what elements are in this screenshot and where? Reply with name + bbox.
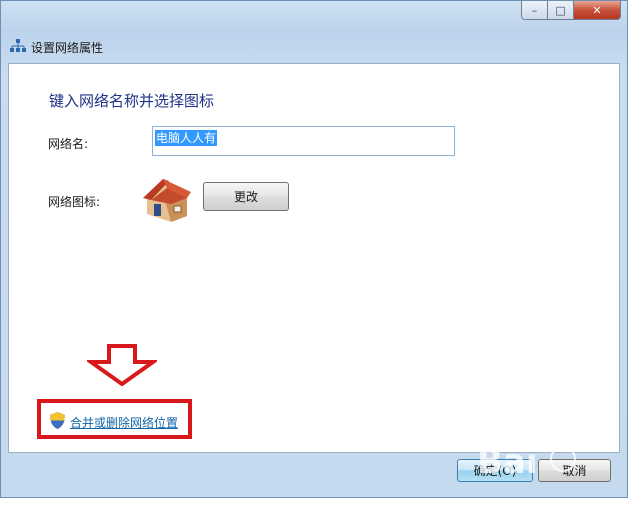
network-name-label: 网络名: <box>48 137 89 151</box>
svg-text:Bai: Bai <box>477 442 538 482</box>
uac-shield-icon <box>50 412 65 429</box>
content-panel: 键入网络名称并选择图标 网络名: 电脑人人有 网络图标: 更改 合并或删除网络位… <box>8 63 620 453</box>
change-icon-button[interactable]: 更改 <box>203 182 289 211</box>
watermark-logo: Bai <box>471 421 628 499</box>
merge-delete-network-link[interactable]: 合并或删除网络位置 <box>70 414 178 431</box>
dialog-window: 设置网络属性 – □ ✕ 键入网络名称并选择图标 网络名: 电脑人人有 网络图标… <box>0 0 628 498</box>
network-name-input[interactable]: 电脑人人有 <box>152 126 455 156</box>
network-icon-label: 网络图标: <box>48 195 101 209</box>
maximize-button[interactable]: □ <box>548 1 574 20</box>
page-heading: 键入网络名称并选择图标 <box>49 92 215 110</box>
maximize-icon: □ <box>555 3 566 17</box>
minimize-button[interactable]: – <box>521 1 548 20</box>
down-arrow-icon <box>84 344 160 387</box>
window-title: 设置网络属性 <box>31 41 104 55</box>
close-icon: ✕ <box>592 3 602 17</box>
network-icon <box>10 39 26 53</box>
caption-buttons: – □ ✕ <box>521 1 621 21</box>
house-icon <box>141 176 193 222</box>
close-button[interactable]: ✕ <box>574 1 621 20</box>
minimize-icon: – <box>531 3 538 17</box>
title-bar[interactable]: 设置网络属性 – □ ✕ <box>1 1 627 63</box>
network-name-value: 电脑人人有 <box>155 130 218 146</box>
